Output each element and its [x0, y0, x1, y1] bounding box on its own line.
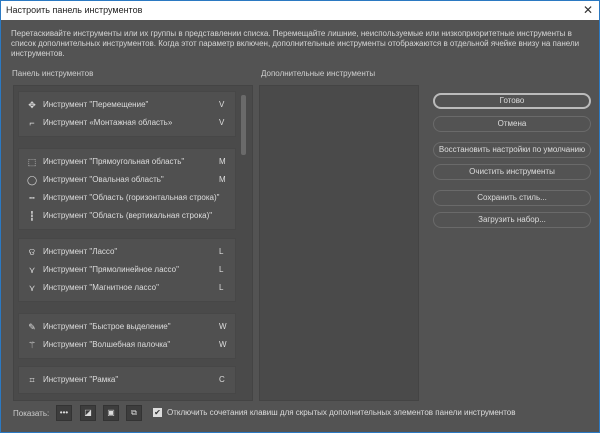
- colors-icon: ◪: [84, 408, 92, 417]
- tool-label: Инструмент "Перемещение": [43, 100, 149, 109]
- tool-shortcut: L: [219, 247, 224, 256]
- show-screenmode-button[interactable]: ⧉: [126, 405, 142, 421]
- scrollbar-thumb[interactable]: [241, 95, 246, 155]
- title-bar: Настроить панель инструментов ✕: [1, 1, 599, 20]
- tool-group[interactable]: ⬚ Инструмент "Прямоугольная область" M ◯ Инс…: [18, 148, 236, 230]
- quickmask-icon: ▣: [107, 408, 115, 417]
- toolbar-label: Панель инструментов: [12, 69, 94, 78]
- disable-shortcuts-checkbox[interactable]: ✔: [153, 408, 162, 417]
- tool-label: Инструмент "Быстрое выделение": [43, 322, 171, 331]
- tool-shortcut: L: [219, 265, 224, 274]
- move-icon: ✥: [28, 100, 36, 110]
- screen-mode-icon: ⧉: [131, 408, 137, 417]
- tool-label: Инструмент "Магнитное лассо": [43, 283, 159, 292]
- tool-group[interactable]: ✥ Инструмент "Перемещение" V ⌐ Инструмент «М…: [18, 91, 236, 137]
- customize-toolbar-dialog: Настроить панель инструментов ✕ Перетаск…: [0, 0, 600, 433]
- extra-tools-label: Дополнительные инструменты: [261, 69, 376, 78]
- tool-shortcut: C: [219, 375, 225, 384]
- quick-selection-icon: ✎: [28, 322, 36, 332]
- tool-group[interactable]: ଡ Инструмент "Лассо" L ⋎ Инструмент "Прямоли…: [18, 238, 236, 302]
- tool-label: Инструмент "Волшебная палочка": [43, 340, 171, 349]
- tool-row[interactable]: ┅ Инструмент "Область (горизонтальная стр…: [19, 189, 235, 207]
- polygonal-lasso-icon: ⋎: [28, 265, 36, 275]
- extra-tools-list[interactable]: [259, 85, 419, 401]
- close-icon[interactable]: ✕: [583, 1, 593, 20]
- tool-row[interactable]: ⌗ Инструмент "Рамка" C: [19, 371, 235, 389]
- tool-label: Инструмент "Рамка": [43, 375, 119, 384]
- tool-shortcut: V: [219, 118, 225, 127]
- load-preset-button[interactable]: Загрузить набор...: [433, 212, 591, 228]
- ellipse-marquee-icon: ◯: [26, 175, 38, 185]
- tool-row[interactable]: ◯ Инструмент "Овальная область" M: [19, 171, 235, 189]
- tool-row[interactable]: ┇ Инструмент "Область (вертикальная строк…: [19, 207, 235, 225]
- tool-shortcut: V: [219, 100, 225, 109]
- tool-label: Инструмент "Овальная область": [43, 175, 164, 184]
- row-marquee-icon: ┅: [29, 193, 35, 203]
- show-label: Показать:: [13, 409, 50, 418]
- tool-shortcut: W: [219, 322, 227, 331]
- show-colors-button[interactable]: ◪: [80, 405, 96, 421]
- tool-label: Инструмент "Прямоугольная область": [43, 157, 185, 166]
- clear-tools-button[interactable]: Очистить инструменты: [433, 164, 591, 180]
- cancel-button[interactable]: Отмена: [433, 116, 591, 132]
- tool-label: Инструмент "Лассо": [43, 247, 118, 256]
- checkmark-icon: ✔: [154, 408, 161, 417]
- column-marquee-icon: ┇: [29, 211, 35, 221]
- rect-marquee-icon: ⬚: [27, 157, 37, 167]
- magic-wand-icon: ⚚: [27, 340, 37, 350]
- tool-shortcut: L: [219, 283, 224, 292]
- ellipsis-icon: •••: [59, 408, 69, 417]
- tool-label: Инструмент «Монтажная область»: [43, 118, 173, 127]
- show-extras-button[interactable]: •••: [56, 405, 72, 421]
- tool-group[interactable]: ✎ Инструмент "Быстрое выделение" W ⚚ Инструм…: [18, 313, 236, 359]
- artboard-icon: ⌐: [29, 118, 35, 128]
- lasso-icon: ଡ: [28, 247, 36, 257]
- tool-group[interactable]: ⌗ Инструмент "Рамка" C: [18, 366, 236, 394]
- done-button[interactable]: Готово: [433, 93, 591, 109]
- toolbar-list[interactable]: ✥ Инструмент "Перемещение" V ⌐ Инструмент «М…: [13, 85, 253, 401]
- tool-row[interactable]: ⬚ Инструмент "Прямоугольная область" M: [19, 153, 235, 171]
- crop-icon: ⌗: [29, 375, 35, 385]
- tool-row[interactable]: ⋎ Инструмент "Прямолинейное лассо" L: [19, 261, 235, 279]
- tool-row[interactable]: ⋎ Инструмент "Магнитное лассо" L: [19, 279, 235, 297]
- tool-label: Инструмент "Прямолинейное лассо": [43, 265, 179, 274]
- tool-shortcut: M: [219, 157, 226, 166]
- tool-shortcut: M: [219, 175, 226, 184]
- show-quickmask-button[interactable]: ▣: [103, 405, 119, 421]
- save-preset-button[interactable]: Сохранить стиль...: [433, 190, 591, 206]
- tool-shortcut: W: [219, 340, 227, 349]
- magnetic-lasso-icon: ⋎: [28, 283, 36, 293]
- tool-row[interactable]: ✎ Инструмент "Быстрое выделение" W: [19, 318, 235, 336]
- tool-label: Инструмент "Область (горизонтальная стро…: [43, 193, 220, 202]
- description: Перетаскивайте инструменты или их группы…: [11, 29, 580, 58]
- scrollbar[interactable]: [239, 87, 249, 399]
- tool-label: Инструмент "Область (вертикальная строка…: [43, 211, 213, 220]
- tool-row[interactable]: ✥ Инструмент "Перемещение" V: [19, 96, 235, 114]
- dialog-title: Настроить панель инструментов: [6, 5, 143, 15]
- tool-row[interactable]: ⚚ Инструмент "Волшебная палочка" W: [19, 336, 235, 354]
- tool-row[interactable]: ଡ Инструмент "Лассо" L: [19, 243, 235, 261]
- restore-defaults-button[interactable]: Восстановить настройки по умолчанию: [433, 142, 591, 158]
- disable-shortcuts-label[interactable]: Отключить сочетания клавиш для скрытых д…: [167, 405, 515, 421]
- tool-row[interactable]: ⌐ Инструмент «Монтажная область» V: [19, 114, 235, 132]
